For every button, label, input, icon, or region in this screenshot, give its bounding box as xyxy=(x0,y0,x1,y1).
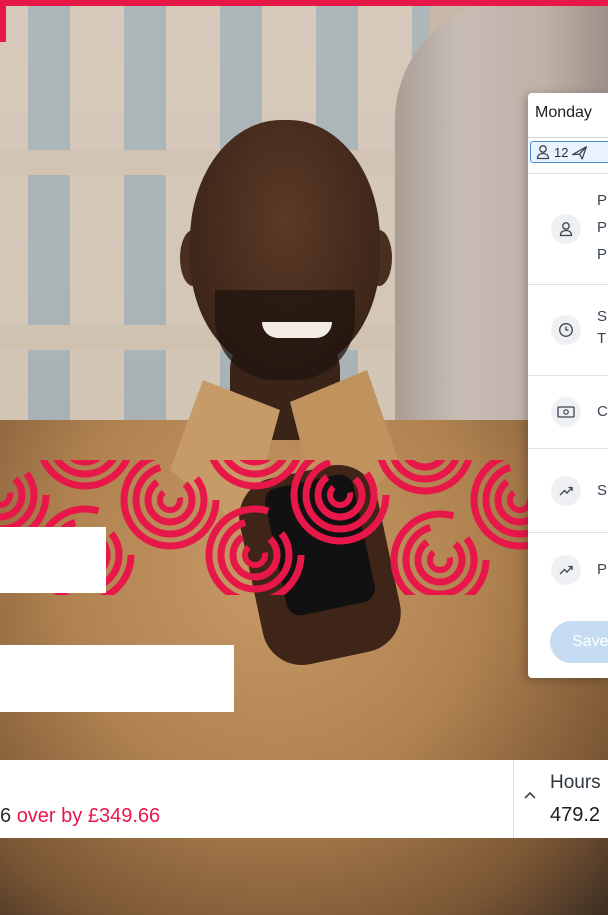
save-button[interactable]: Save xyxy=(550,621,608,663)
chevron-up-icon[interactable] xyxy=(523,790,537,800)
staff-count: 12 xyxy=(554,144,569,160)
row-line: P xyxy=(597,246,608,263)
day-title: Monday xyxy=(535,104,592,121)
plane-icon xyxy=(572,145,588,160)
hours-label: Hours xyxy=(550,772,601,793)
row-line: T xyxy=(597,330,607,347)
brand-corner-tab xyxy=(0,0,6,42)
summary-chip-row: 12 xyxy=(528,137,608,163)
trend-up-icon xyxy=(551,476,581,506)
over-budget-text: over by £349.66 xyxy=(16,805,161,827)
row-line: C xyxy=(597,403,608,420)
bar-divider xyxy=(513,760,514,838)
card-row-person[interactable]: P P P xyxy=(528,173,608,284)
budget-amount: 6 xyxy=(0,805,12,827)
row-line: P xyxy=(597,219,608,236)
brand-top-stripe xyxy=(0,0,608,6)
row-line: P xyxy=(597,192,608,209)
card-row-cost[interactable]: C xyxy=(528,375,608,448)
card-row-sales[interactable]: S xyxy=(528,448,608,532)
headline-box-2 xyxy=(0,645,234,712)
card-row-productivity[interactable]: P xyxy=(528,532,608,606)
timesheet-day-card: Monday 12 P P P S T C S P Save xyxy=(528,93,608,678)
budget-summary-bar: 6 over by £349.66 Hours 479.2 xyxy=(0,760,608,838)
row-line: P xyxy=(597,561,608,578)
trend-up-icon xyxy=(551,555,581,585)
person-icon xyxy=(551,214,581,244)
hours-value: 479.2 xyxy=(550,804,601,826)
clock-icon xyxy=(551,315,581,345)
headline-box-1 xyxy=(0,527,106,593)
cash-icon xyxy=(551,397,581,427)
card-row-shift-time[interactable]: S T xyxy=(528,284,608,375)
staff-count-chip[interactable]: 12 xyxy=(530,141,608,163)
budget-summary: 6 over by £349.66 xyxy=(0,805,160,828)
person-icon xyxy=(536,145,550,160)
row-line: S xyxy=(597,482,608,499)
